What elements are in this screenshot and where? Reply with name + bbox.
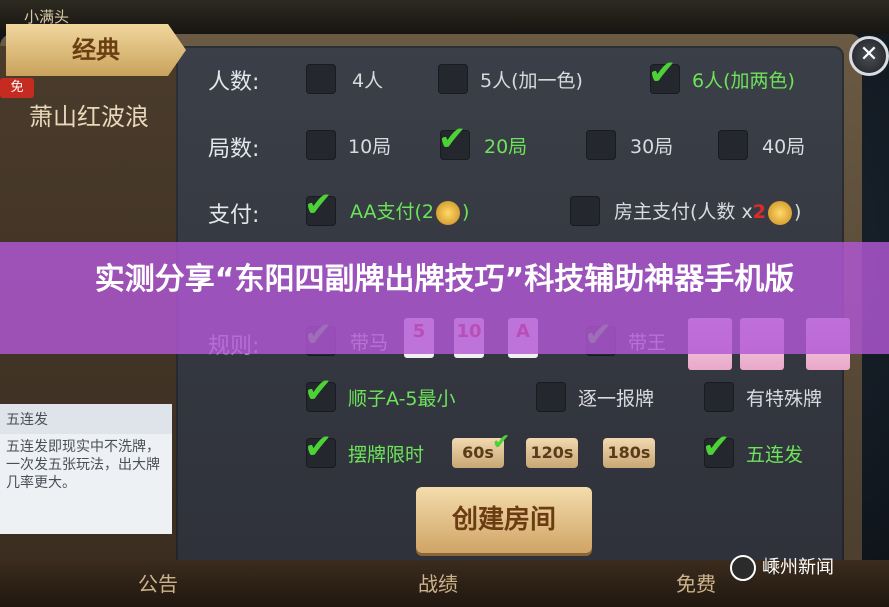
time-180s-button[interactable]: 180s	[603, 438, 655, 468]
nav-free[interactable]: 免费	[676, 568, 716, 597]
create-room-button[interactable]: 创建房间	[416, 487, 592, 553]
option-30: 30局	[630, 136, 674, 158]
option-host-label: 房主支付(人数 x	[614, 201, 753, 223]
close-icon: ✕	[859, 42, 879, 67]
checkbox-fivefire[interactable]: ✔	[702, 430, 734, 468]
option-host-mult: 2	[752, 201, 766, 223]
watermark: 嵊州新闻	[730, 553, 834, 581]
option-6p: 6人(加两色)	[692, 70, 795, 92]
check-icon: ✔	[304, 371, 333, 411]
checkbox-host[interactable]	[570, 196, 600, 226]
rule-info-body: 五连发即现实中不洗牌，一次发五张玩法，出大牌几率更大。	[6, 439, 160, 491]
tab-classic[interactable]: 经典	[6, 24, 186, 76]
rounds-label: 局数:	[208, 137, 260, 162]
checkbox-timelimit[interactable]: ✔	[304, 430, 336, 468]
checkbox-30[interactable]	[586, 130, 616, 160]
overlay-title: 实测分享“东阳四副牌出牌技巧”科技辅助神器手机版	[94, 262, 795, 297]
option-report: 逐一报牌	[578, 388, 655, 410]
option-4p: 4人	[352, 70, 384, 92]
nav-record[interactable]: 战绩	[418, 568, 458, 597]
checkbox-4p[interactable]	[306, 64, 336, 94]
checkbox-aa[interactable]: ✔	[304, 188, 336, 226]
coin-icon	[767, 200, 792, 225]
option-5p: 5人(加一色)	[480, 70, 583, 92]
option-aa: AA支付(2)	[350, 197, 469, 225]
payment-label: 支付:	[208, 203, 260, 228]
option-host-close: )	[793, 201, 802, 223]
check-icon: ✔	[492, 430, 511, 455]
checkbox-6p[interactable]: ✔	[648, 56, 680, 94]
coin-icon	[436, 200, 461, 225]
tab-xiaoshan[interactable]: 萧山红波浪	[8, 92, 170, 142]
checkbox-5p[interactable]	[438, 64, 468, 94]
option-aa-label: AA支付(2	[350, 201, 435, 223]
time-120s-button[interactable]: 120s	[526, 438, 578, 468]
checkbox-20[interactable]: ✔	[438, 122, 470, 160]
top-bar-label: 小满头	[24, 8, 70, 26]
option-aa-close: )	[462, 201, 470, 223]
checkbox-straight[interactable]: ✔	[304, 374, 336, 412]
option-10: 10局	[348, 136, 392, 158]
option-timelimit: 摆牌限时	[348, 444, 425, 466]
checkbox-10[interactable]	[306, 130, 336, 160]
option-20: 20局	[484, 136, 528, 158]
checkbox-special[interactable]	[704, 382, 734, 412]
check-icon: ✔	[648, 53, 677, 93]
check-icon: ✔	[304, 427, 333, 467]
title-overlay: 实测分享“东阳四副牌出牌技巧”科技辅助神器手机版	[0, 242, 889, 354]
checkbox-40[interactable]	[718, 130, 748, 160]
option-host: 房主支付(人数 x2)	[614, 197, 801, 225]
nav-notice[interactable]: 公告	[138, 568, 178, 597]
check-icon: ✔	[702, 427, 731, 467]
rule-info-card: 五连发 五连发即现实中不洗牌，一次发五张玩法，出大牌几率更大。	[0, 404, 172, 534]
check-icon: ✔	[304, 185, 333, 225]
check-icon: ✔	[438, 119, 467, 159]
close-button[interactable]: ✕	[849, 36, 889, 76]
option-40: 40局	[762, 136, 806, 158]
option-fivefire: 五连发	[746, 444, 804, 466]
players-label: 人数:	[208, 70, 260, 95]
watermark-text: 嵊州新闻	[762, 557, 834, 578]
option-special: 有特殊牌	[746, 388, 823, 410]
option-straight: 顺子A-5最小	[348, 388, 456, 410]
wechat-icon	[730, 555, 756, 581]
checkbox-report[interactable]	[536, 382, 566, 412]
rule-info-title: 五连发	[0, 404, 172, 434]
